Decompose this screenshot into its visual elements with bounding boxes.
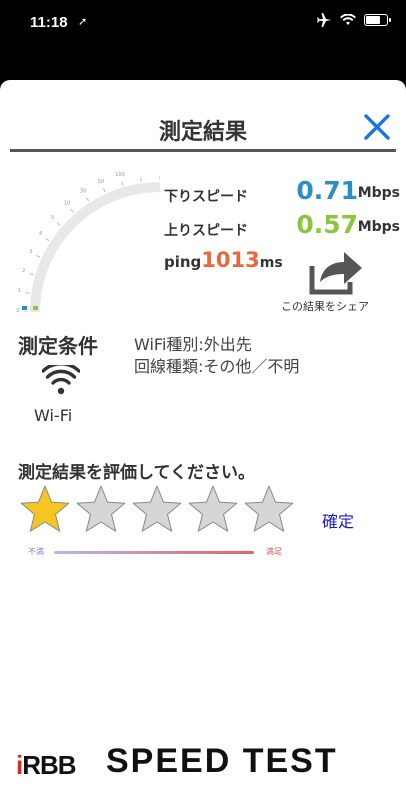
gauge-tick [140,177,142,182]
gauge-tick-label: 30 [80,189,86,195]
download-label: 下りスピード [164,189,248,205]
download-row: 下りスピード 0.71 Mbps [164,176,400,210]
upload-unit: Mbps [357,219,400,235]
modal-header: 測定結果 [10,104,396,152]
share-label: この結果をシェア [281,300,369,313]
status-time: 11:18 [30,14,68,31]
gauge-tick [36,255,41,258]
share-button[interactable]: この結果をシェア [270,240,380,320]
scale-high-label: 満足 [266,547,282,556]
gauge-tick [103,188,106,193]
star-icon[interactable] [186,484,240,536]
wifi-status-icon [340,14,356,25]
star-rating[interactable] [18,484,296,536]
brand-footer: iRBB SPEED TEST [16,738,390,788]
ping-label: ping [164,253,202,271]
gauge-tick-label: 1 [18,288,21,294]
gauge-tick-label: 300 [135,172,145,173]
share-arrow-icon [309,252,362,295]
gauge-tick [86,197,90,202]
airplane-icon [317,13,331,27]
gauge-tick-label: 3 [29,249,32,255]
gauge-download-level [22,306,27,310]
evaluation-title: 測定結果を評価してください。 [18,463,255,483]
speed-gauge: 0123451030501003001G [16,172,160,312]
gauge-tick-label: 50 [98,179,104,185]
scale-bar [54,551,254,554]
ping-row: ping 1013 ms [164,248,283,272]
download-unit: Mbps [357,185,400,201]
wifi-icon [42,365,80,395]
star-icon[interactable] [74,484,128,536]
gauge-tick [121,181,124,186]
ping-value: 1013 [201,248,260,272]
star-icon[interactable] [18,484,72,536]
gauge-tick [56,222,61,226]
confirm-button[interactable]: 確定 [322,508,354,532]
brand-name: SPEED TEST [106,742,338,780]
upload-row: 上りスピード 0.57 Mbps [164,210,400,244]
gauge-tick-label: 2 [22,268,25,274]
wifi-type: WiFi種別:外出先 [134,335,252,354]
conditions-info: WiFi種別:外出先 回線種類:その他／不明 [134,334,299,378]
result-sheet: 測定結果 0123451030501003001G 下りスピード 0.71 Mb… [0,80,406,800]
gauge-tick-label: 10 [64,201,70,207]
speed-metrics: 下りスピード 0.71 Mbps 上りスピード 0.57 Mbps [164,176,400,244]
scale-low-label: 不満 [28,547,44,556]
close-icon[interactable] [362,112,392,142]
gauge-tick [29,273,34,276]
line-type: 回線種類:その他／不明 [134,357,300,376]
gauge-track [30,182,160,312]
star-icon[interactable] [242,484,296,536]
status-bar: 11:18 ➚ [0,0,406,48]
gauge-upload-level [33,306,38,310]
rating-scale: 不満 満足 [28,546,282,558]
gauge-tick-label: 4 [39,231,42,237]
battery-icon [364,14,391,26]
gauge-tick-label: 0 [16,308,19,312]
network-label: Wi-Fi [34,406,73,425]
gauge-tick [45,238,50,242]
star-icon[interactable] [130,484,184,536]
upload-value: 0.57 [296,210,358,239]
location-arrow-icon: ➚ [78,15,88,28]
gauge-tick-label: 5 [51,215,54,221]
upload-label: 上りスピード [164,223,248,239]
brand-logo: iRBB [16,750,77,780]
gauge-tick [25,292,30,294]
conditions-title: 測定条件 [18,334,98,358]
gauge-tick-label: 100 [115,172,125,178]
gauge-tick [70,208,74,213]
status-icons [316,13,391,27]
download-value: 0.71 [296,176,358,205]
modal-title: 測定結果 [158,120,247,145]
